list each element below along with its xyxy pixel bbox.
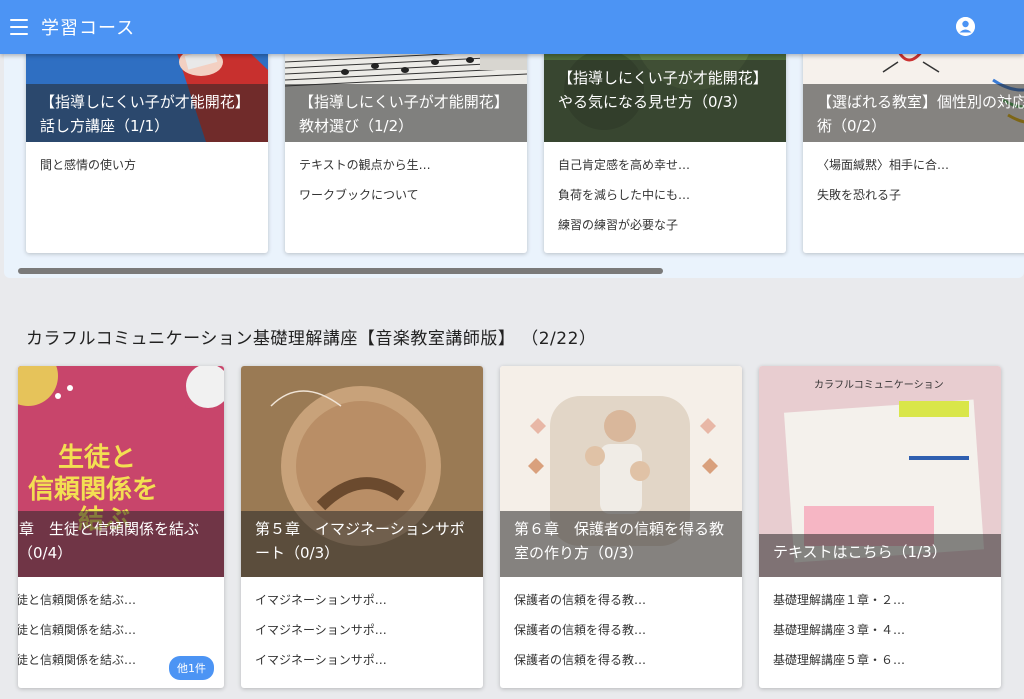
course-card-title: 【指導しにくい子が才能開花】教材選び（1/2）	[285, 84, 527, 142]
lesson-item[interactable]: 失敗を恐れる子	[803, 180, 1024, 210]
lesson-item[interactable]: 基礎理解講座１章・２…	[759, 585, 1001, 615]
course-card[interactable]: 生徒と 信頼関係を 結ぶ ４章 生徒と信頼関係を結ぶ（0/4） 生徒と信頼関係を…	[18, 366, 224, 688]
course-card-title: テキストはこちら（1/3）	[759, 534, 1001, 577]
svg-text:生徒と: 生徒と	[58, 443, 136, 473]
course-card-title: 【選ばれる教室】個性別の対応術（0/2）	[803, 84, 1024, 142]
scrollbar-thumb[interactable]	[18, 268, 663, 274]
menu-icon[interactable]	[10, 19, 28, 35]
lesson-item[interactable]: 生徒と信頼関係を結ぶ…	[18, 585, 224, 615]
lesson-item[interactable]: 保護者の信頼を得る教…	[500, 615, 742, 645]
lesson-item[interactable]: 生徒と信頼関係を結ぶ…	[18, 615, 224, 645]
lesson-item[interactable]: 練習の練習が必要な子	[544, 210, 786, 240]
course-card-title: 第６章 保護者の信頼を得る教室の作り方（0/3）	[500, 511, 742, 577]
lesson-item[interactable]: イマジネーションサポ…	[241, 615, 483, 645]
horizontal-scrollbar[interactable]	[18, 268, 1018, 276]
course-card-title: ４章 生徒と信頼関係を結ぶ（0/4）	[18, 511, 224, 577]
lesson-item[interactable]: 基礎理解講座３章・４…	[759, 615, 1001, 645]
lesson-item[interactable]: 保護者の信頼を得る教…	[500, 585, 742, 615]
lesson-item[interactable]: イマジネーションサポ…	[241, 645, 483, 675]
lesson-item[interactable]: ワークブックについて	[285, 180, 527, 210]
lesson-item[interactable]: 保護者の信頼を得る教…	[500, 645, 742, 675]
course-card[interactable]: 第５章 イマジネーションサポート（0/3） イマジネーションサポ… イマジネーシ…	[241, 366, 483, 688]
course-card[interactable]: 第６章 保護者の信頼を得る教室の作り方（0/3） 保護者の信頼を得る教… 保護者…	[500, 366, 742, 688]
course-card-title: 第５章 イマジネーションサポート（0/3）	[241, 511, 483, 577]
lesson-item[interactable]: 自己肯定感を高め幸せ…	[544, 150, 786, 180]
section-title: カラフルコミュニケーション基礎理解講座【音楽教室講師版】 （2/22）	[26, 329, 597, 349]
lesson-item[interactable]: テキストの観点から生…	[285, 150, 527, 180]
lesson-item[interactable]: 〈場面緘黙〉相手に合…	[803, 150, 1024, 180]
lesson-item[interactable]: 基礎理解講座５章・６…	[759, 645, 1001, 675]
app-bar: 学習コース	[0, 0, 1024, 54]
lesson-item[interactable]: 間と感情の使い方	[26, 150, 268, 180]
more-items-badge[interactable]: 他1件	[169, 656, 214, 680]
course-card[interactable]: カラフルコミュニケーション テキストはこちら（1/3） 基礎理解講座１章・２… …	[759, 366, 1001, 688]
thumbnail-text: カラフルコミュニケーション	[814, 379, 944, 391]
lesson-item[interactable]: 負荷を減らした中にも…	[544, 180, 786, 210]
course-card-title: 【指導しにくい子が才能開花】やる気になる見せ方（0/3）	[544, 60, 786, 142]
app-title: 学習コース	[41, 18, 136, 39]
lesson-item[interactable]: イマジネーションサポ…	[241, 585, 483, 615]
account-circle-icon[interactable]	[956, 17, 975, 36]
course-section-colorful-communication: カラフルコミュニケーション基礎理解講座【音楽教室講師版】 （2/22） 生徒と …	[4, 294, 1024, 699]
course-card-title: 【指導しにくい子が才能開花】話し方講座（1/1）	[26, 84, 268, 142]
svg-text:信頼関係を: 信頼関係を	[28, 475, 158, 505]
